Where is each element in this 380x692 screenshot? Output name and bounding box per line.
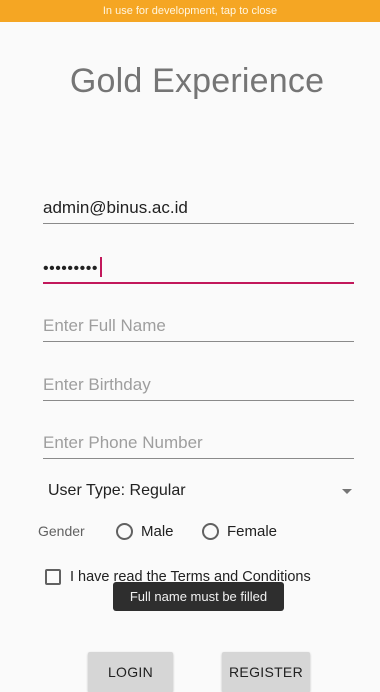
dev-banner[interactable]: In use for development, tap to close (0, 0, 380, 22)
email-field-value: admin@binus.ac.id (43, 198, 188, 217)
app-title: Gold Experience (69, 62, 325, 100)
register-button[interactable]: REGISTER (222, 652, 310, 692)
gender-male-radio[interactable]: Male (116, 519, 174, 543)
gender-male-label: Male (141, 522, 174, 540)
fullname-placeholder: Enter Full Name (43, 316, 166, 335)
email-field[interactable]: admin@binus.ac.id (43, 193, 354, 224)
login-button[interactable]: LOGIN (88, 652, 173, 692)
phone-placeholder: Enter Phone Number (43, 433, 203, 452)
fullname-field[interactable]: Enter Full Name (43, 311, 354, 342)
birthday-placeholder: Enter Birthday (43, 375, 151, 394)
toast-message: Full name must be filled (113, 582, 284, 611)
checkbox-unchecked-icon (45, 569, 61, 585)
user-type-spinner[interactable]: User Type: Regular (40, 478, 356, 506)
dropdown-arrow-icon (342, 489, 352, 494)
gender-female-label: Female (227, 522, 278, 540)
password-field-value: ••••••••• (43, 257, 102, 278)
gender-female-radio[interactable]: Female (202, 519, 277, 543)
password-field[interactable]: ••••••••• (43, 252, 354, 284)
user-type-value: User Type: Regular (48, 482, 186, 499)
radio-unchecked-icon (202, 522, 219, 540)
radio-unchecked-icon (116, 522, 133, 540)
gender-label: Gender (38, 523, 85, 539)
phone-field[interactable]: Enter Phone Number (43, 428, 354, 459)
birthday-field[interactable]: Enter Birthday (43, 370, 354, 401)
text-cursor (99, 257, 102, 277)
